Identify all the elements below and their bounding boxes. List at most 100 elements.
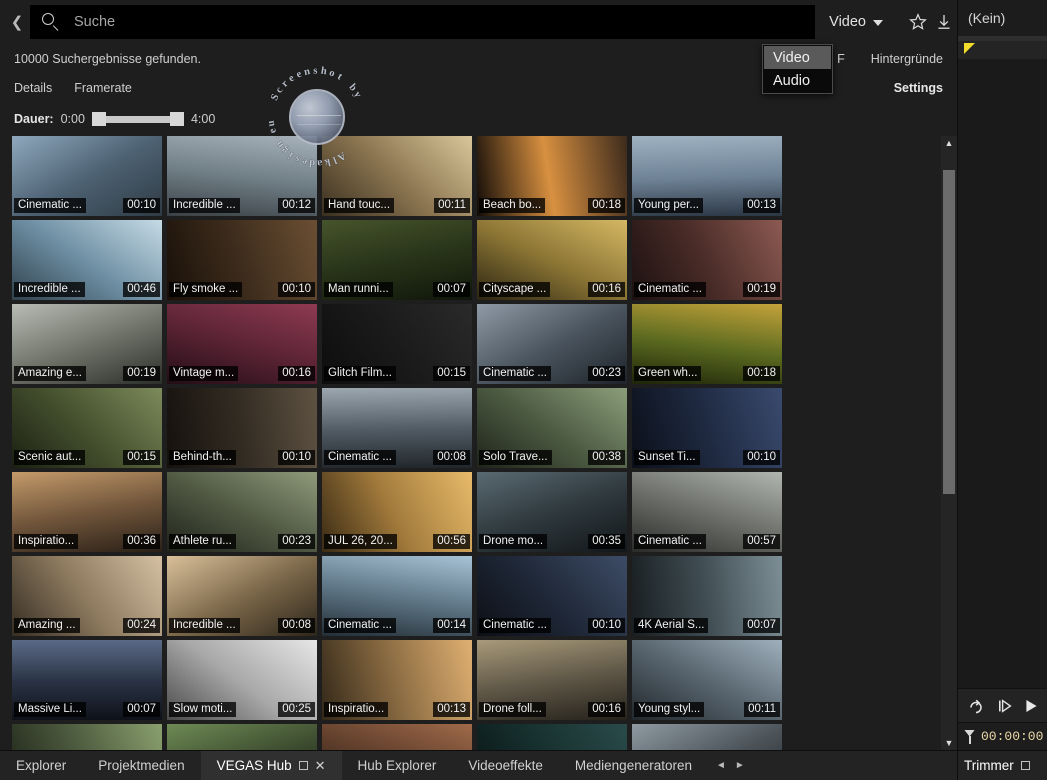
media-title: Solo Trave... <box>479 450 552 465</box>
search-toolbar: ❮ Video <box>0 0 957 44</box>
chevron-up-icon[interactable]: ▲ <box>941 136 957 150</box>
media-card[interactable]: Cinematic ... 00:14 <box>322 556 472 636</box>
play-from-start-icon[interactable] <box>997 698 1013 714</box>
tab-overflow-nav: ◄ ► <box>708 760 753 771</box>
media-card[interactable]: Incredible ... 00:46 <box>12 220 162 300</box>
media-card[interactable]: Beach bo... 00:18 <box>477 136 627 216</box>
settings-link[interactable]: Settings <box>894 81 943 95</box>
media-card[interactable]: Inspiratio... 00:36 <box>12 472 162 552</box>
media-card[interactable]: Slow moti... 00:25 <box>167 640 317 720</box>
triangle-right-icon[interactable]: ► <box>735 760 745 771</box>
media-card[interactable]: Fly smoke ... 00:10 <box>167 220 317 300</box>
chevron-down-icon[interactable]: ▼ <box>941 736 957 750</box>
media-card[interactable]: Incredible ... 00:12 <box>167 136 317 216</box>
media-card[interactable]: Cinematic ...00:47 <box>12 724 162 750</box>
media-title: Behind-th... <box>169 450 236 465</box>
dock-tab-vegas-hub[interactable]: VEGAS Hub ✕ <box>200 750 342 780</box>
media-card[interactable]: Cinematic ... 00:23 <box>477 304 627 384</box>
filter-tab-hintergruende[interactable]: Hintergründe <box>871 52 943 66</box>
media-card[interactable]: Cityscape ... 00:16 <box>477 220 627 300</box>
media-card[interactable]: Behind-th... 00:10 <box>167 388 317 468</box>
close-icon[interactable]: ✕ <box>315 758 326 774</box>
dock-tab-explorer[interactable]: Explorer <box>0 751 82 780</box>
slider-handle-min[interactable] <box>91 112 106 126</box>
star-icon[interactable] <box>905 13 931 31</box>
media-card[interactable]: Young per... 00:13 <box>632 136 782 216</box>
chevron-left-icon[interactable]: ❮ <box>4 0 30 44</box>
media-card[interactable]: Amazing e... 00:19 <box>12 304 162 384</box>
menu-item-audio[interactable]: Audio <box>764 69 831 92</box>
dock-tab-projektmedien[interactable]: Projektmedien <box>82 751 200 780</box>
maximize-icon[interactable] <box>298 761 308 770</box>
media-duration: 00:57 <box>743 534 780 549</box>
media-title: Sunset Ti... <box>634 450 700 465</box>
media-card[interactable]: Cinematic ... 00:10 <box>12 136 162 216</box>
media-card[interactable]: Athlete ru... 00:23 <box>167 472 317 552</box>
media-card[interactable]: Man runni... 00:07 <box>322 220 472 300</box>
slider-handle-max[interactable] <box>169 112 184 126</box>
media-card[interactable]: 4K Aerial S... 00:07 <box>632 556 782 636</box>
media-card[interactable]: Incredible ... 00:08 <box>167 556 317 636</box>
trimmer-title: (Kein) <box>958 0 1047 36</box>
media-thumbnail <box>322 724 472 750</box>
media-card[interactable]: Amazing ... 00:24 <box>12 556 162 636</box>
media-duration: 00:10 <box>278 282 315 297</box>
maximize-icon[interactable] <box>1020 761 1030 770</box>
media-title: Incredible ... <box>169 618 240 633</box>
trimmer-timecode[interactable]: 00:00:00 <box>981 729 1043 744</box>
loop-playback-icon[interactable] <box>967 698 987 714</box>
media-duration: 00:10 <box>743 450 780 465</box>
media-card[interactable]: Scenic aut... 00:15 <box>12 388 162 468</box>
media-duration: 00:11 <box>744 702 780 717</box>
media-duration: 00:11 <box>434 198 470 213</box>
search-input[interactable] <box>62 14 806 30</box>
media-duration: 00:15 <box>433 366 470 381</box>
media-card[interactable]: Young styl... 00:11 <box>632 640 782 720</box>
dock-tab-hub-explorer[interactable]: Hub Explorer <box>342 751 453 780</box>
grid-scrollbar[interactable]: ▲ ▼ <box>941 136 957 750</box>
triangle-left-icon[interactable]: ◄ <box>716 760 726 771</box>
media-card[interactable]: Cinematic ... 00:57 <box>632 472 782 552</box>
filter-tab-footage[interactable]: F <box>837 52 845 66</box>
menu-item-video[interactable]: Video <box>764 46 831 69</box>
search-box[interactable] <box>30 5 816 39</box>
download-icon[interactable] <box>931 13 957 31</box>
play-icon[interactable] <box>1023 698 1039 714</box>
media-card[interactable]: Massive Li... 00:07 <box>12 640 162 720</box>
media-card[interactable]: Cinematic ...00:15 <box>322 724 472 750</box>
media-card[interactable]: Cinematic ... 00:19 <box>632 220 782 300</box>
media-card[interactable]: Green wh... 00:18 <box>632 304 782 384</box>
dock-tab-label: Videoeffekte <box>468 758 543 773</box>
media-card[interactable]: Inspiratio... 00:13 <box>322 640 472 720</box>
scrollbar-trough[interactable] <box>941 150 957 736</box>
trimmer-ruler[interactable] <box>958 41 1047 59</box>
media-title: Young per... <box>634 198 703 213</box>
media-card[interactable]: Drone mo... 00:35 <box>477 472 627 552</box>
media-card[interactable]: Drone foll... 00:16 <box>477 640 627 720</box>
media-card[interactable]: Particles e...00:12 <box>477 724 627 750</box>
media-type-dropdown[interactable]: Video <box>829 14 883 30</box>
dock-tab-mediengeneratoren[interactable]: Mediengeneratoren <box>559 751 708 780</box>
media-duration: 00:36 <box>123 534 160 549</box>
media-card[interactable]: Cinematic ... 00:08 <box>322 388 472 468</box>
option-framerate[interactable]: Framerate <box>74 81 132 95</box>
media-card[interactable]: Cinematic ... 00:10 <box>477 556 627 636</box>
media-card[interactable]: Vintage m... 00:16 <box>167 304 317 384</box>
media-card[interactable]: JUL 26, 20... 00:56 <box>322 472 472 552</box>
dock-tab-videoeffekte[interactable]: Videoeffekte <box>452 751 559 780</box>
option-details[interactable]: Details <box>14 81 52 95</box>
trimmer-canvas[interactable] <box>958 59 1047 688</box>
media-title: Inspiratio... <box>324 702 389 717</box>
trimmer-tab[interactable]: Trimmer <box>958 750 1047 780</box>
media-card[interactable]: Man with ...00:08 <box>632 724 782 750</box>
duration-range-slider[interactable] <box>91 112 184 126</box>
media-card[interactable]: Sunset Ti... 00:10 <box>632 388 782 468</box>
media-card[interactable]: Hand touc... 00:11 <box>322 136 472 216</box>
media-card[interactable]: Solo Trave... 00:38 <box>477 388 627 468</box>
media-card[interactable]: Glitch Film... 00:15 <box>322 304 472 384</box>
media-duration: 00:25 <box>278 702 315 717</box>
media-card[interactable]: Connectin...00:15 <box>167 724 317 750</box>
loop-region-marker-icon[interactable] <box>964 43 975 54</box>
media-type-menu[interactable]: Video Audio <box>762 44 833 94</box>
scrollbar-thumb[interactable] <box>943 170 955 494</box>
